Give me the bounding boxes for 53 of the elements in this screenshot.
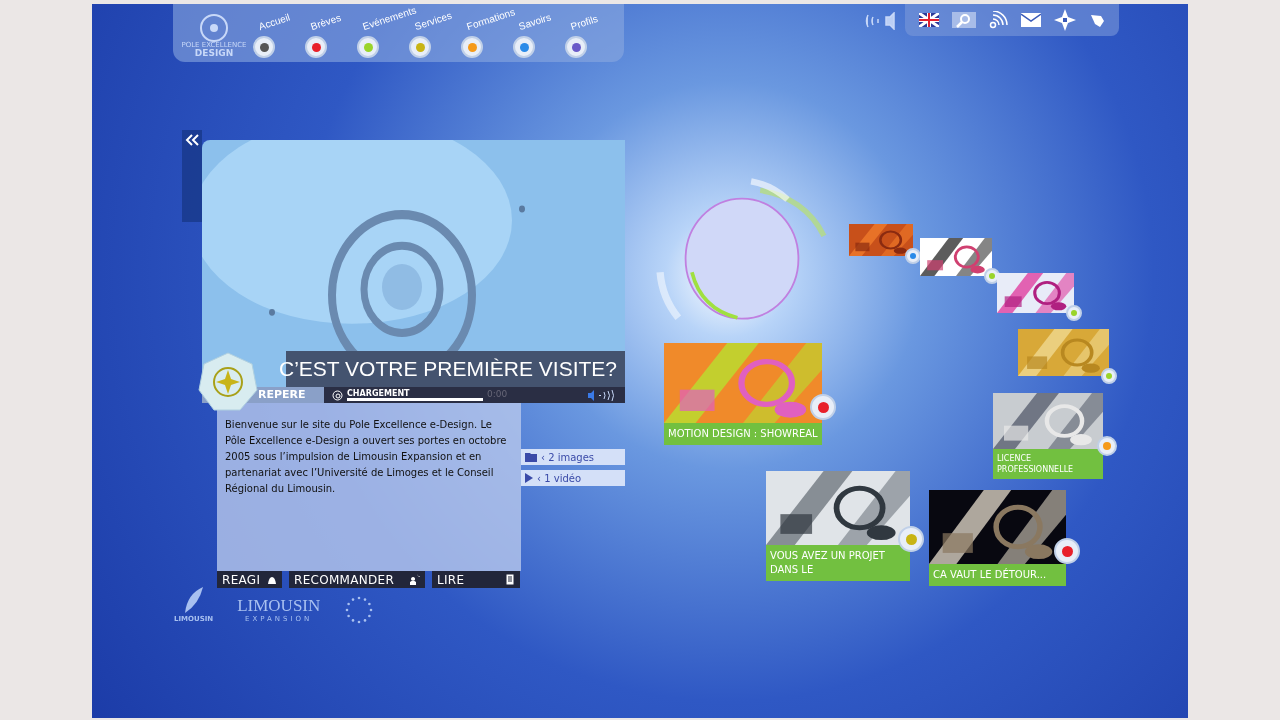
logo-text: DESIGN [194, 49, 234, 58]
intro-text: Bienvenue sur le site du Pole Excellence e-Design. Le Pôle Excellence e-Design a ouvert ses portes en octobre 2005 sous l’impulsion de Limousin Expansion et en partenariat avec l’Université de Limoges et le Conseil Régional du Limousin. [217, 403, 521, 571]
compass-icon[interactable] [1053, 9, 1076, 31]
badge-icon [253, 36, 275, 58]
badge-icon [565, 36, 587, 58]
folder-icon [525, 452, 537, 462]
action-button[interactable]: LIRE [432, 571, 520, 588]
logo-icon [200, 14, 228, 42]
badge-icon [810, 394, 836, 420]
badge-icon [409, 36, 431, 58]
play-icon [525, 473, 533, 483]
badge-icon [1101, 368, 1117, 384]
nav-link[interactable]: Brèves [309, 11, 343, 33]
content-card[interactable]: CA VAUT LE DÉTOUR... [929, 490, 1066, 586]
document-icon [505, 574, 515, 585]
person-icon [410, 574, 420, 585]
double-chevron-icon [185, 134, 199, 146]
badge-icon [1066, 305, 1082, 321]
media-link[interactable]: ‹ 1 vidéo [521, 470, 625, 486]
card-title: MOTION DESIGN : SHOWREAL [667, 427, 819, 441]
rss-icon[interactable] [988, 11, 1009, 29]
content-card[interactable]: VOUS AVEZ UN PROJET DANS LE [766, 471, 910, 581]
badge-icon [1097, 436, 1117, 456]
back-tab[interactable] [182, 130, 202, 222]
loading-label: CHARGEMENT [347, 389, 411, 398]
card-title: CA VAUT LE DÉTOUR... [932, 567, 1048, 582]
partner-name: LIMOUSIN [237, 597, 321, 614]
badge-icon [898, 526, 924, 552]
compass-badge-icon[interactable] [198, 352, 258, 412]
sound-icon[interactable] [864, 12, 896, 30]
nav-link[interactable]: Accueil [257, 11, 292, 33]
badge-icon [905, 248, 921, 264]
media-link[interactable]: ‹ 2 images [521, 449, 625, 465]
badge-icon [305, 36, 327, 58]
bell-icon [267, 574, 277, 585]
nav-link[interactable]: Savoirs [517, 11, 553, 33]
content-card[interactable]: MOTION DESIGN : SHOWREAL [664, 343, 822, 445]
flag-icon[interactable] [919, 13, 940, 27]
action-button[interactable]: RECOMMANDER [289, 571, 425, 588]
badge-icon [461, 36, 483, 58]
card-title: VOUS AVEZ UN PROJET DANS LE [769, 549, 886, 577]
content-card[interactable]: LICENCE PROFESSIONNELLE [993, 393, 1103, 479]
stars-circle-icon [344, 594, 375, 625]
loading-icon [332, 389, 343, 401]
badge-icon [1054, 538, 1080, 564]
feather-icon [182, 586, 205, 614]
badge-icon [513, 36, 535, 58]
volume-icon[interactable] [587, 389, 617, 401]
nav-link[interactable]: Profils [569, 13, 600, 33]
card-title: LICENCE PROFESSIONNELLE [996, 453, 1075, 476]
action-button[interactable]: REAGI [217, 571, 282, 588]
mail-icon[interactable] [1021, 13, 1042, 27]
badge-icon [357, 36, 379, 58]
